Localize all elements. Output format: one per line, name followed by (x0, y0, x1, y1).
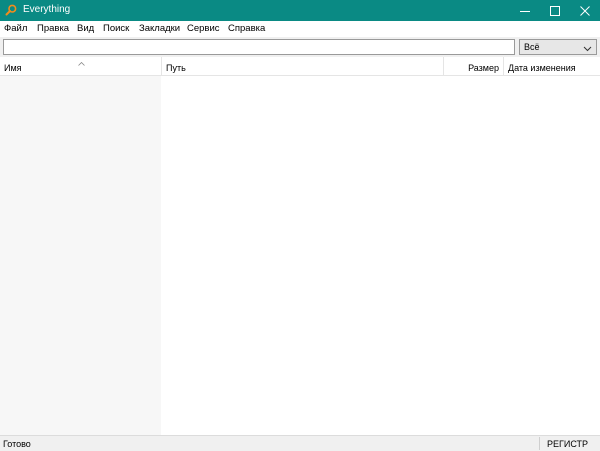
case-indicator: РЕГИСТР (547, 439, 589, 449)
close-button[interactable] (570, 0, 600, 21)
menu-bar: Файл Правка Вид Поиск Закладки Сервис Сп… (0, 21, 600, 37)
window-title: Everything (23, 4, 71, 15)
column-header-name[interactable]: Имя (0, 57, 161, 76)
chevron-down-icon (583, 44, 592, 52)
results-list[interactable]: Имя Путь Размер Дата изменения (0, 57, 600, 435)
status-bar: Готово РЕГИСТР (0, 435, 600, 451)
menu-file[interactable]: Файл (4, 23, 27, 35)
column-headers: Имя Путь Размер Дата изменения (0, 57, 600, 76)
menu-search[interactable]: Поиск (103, 23, 129, 35)
sort-ascending-icon (78, 58, 85, 66)
maximize-icon (550, 5, 560, 16)
search-input[interactable] (3, 39, 515, 55)
menu-view[interactable]: Вид (77, 23, 94, 35)
column-header-size-label: Размер (468, 63, 499, 73)
magnifier-icon (5, 4, 17, 16)
column-header-path-label: Путь (166, 63, 186, 73)
column-header-name-label: Имя (4, 63, 22, 73)
close-icon (580, 5, 590, 16)
minimize-icon (520, 6, 530, 16)
status-divider (539, 437, 540, 450)
column-header-date-label: Дата изменения (508, 63, 576, 73)
column-header-path[interactable]: Путь (161, 57, 443, 76)
column-header-size[interactable]: Размер (443, 57, 503, 76)
status-text: Готово (3, 439, 31, 449)
filter-dropdown[interactable]: Всё (519, 39, 597, 55)
maximize-button[interactable] (540, 0, 570, 21)
title-bar[interactable]: Everything (0, 0, 600, 21)
menu-edit[interactable]: Правка (37, 23, 69, 35)
menu-tools[interactable]: Сервис (187, 23, 220, 35)
name-column-area (0, 76, 161, 435)
minimize-button[interactable] (510, 0, 540, 21)
search-bar: Всё (0, 37, 600, 57)
menu-bookmarks[interactable]: Закладки (139, 23, 180, 35)
menu-help[interactable]: Справка (228, 23, 265, 35)
filter-selected-value: Всё (524, 42, 540, 52)
column-header-date-modified[interactable]: Дата изменения (503, 57, 600, 76)
